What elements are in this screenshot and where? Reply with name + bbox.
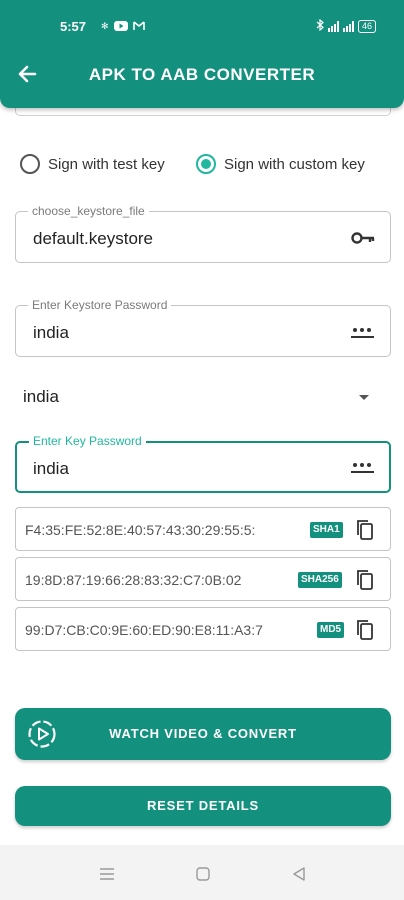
key-icon[interactable] [350,228,376,248]
radio-button-unchecked[interactable] [20,154,40,174]
home-nav-icon[interactable] [196,867,210,881]
password-visibility-icon[interactable] [350,322,376,342]
play-video-icon [28,720,56,748]
watch-video-convert-button[interactable]: WATCH VIDEO & CONVERT [15,708,391,760]
sha256-fingerprint-row: 19:8D:87:19:66:28:83:32:C7:0B:02 SHA256 [15,557,391,601]
notification-icons: ✻ [101,19,145,34]
watch-video-convert-label: WATCH VIDEO & CONVERT [109,726,297,741]
page-title: APK TO AAB CONVERTER [88,65,316,84]
sha1-fingerprint-row: F4:35:FE:52:8E:40:57:43:30:29:55:5: SHA1 [15,507,391,551]
key-password-value: india [33,459,69,478]
copy-icon[interactable] [355,569,375,591]
sha256-fingerprint-value: 19:8D:87:19:66:28:83:32:C7:0B:02 [25,572,242,588]
password-visibility-icon[interactable] [350,457,376,477]
keystore-file-label: choose_keystore_file [28,204,149,218]
bluetooth-icon [316,18,324,34]
system-navigation-bar [0,845,404,900]
status-bar: 5:57 ✻ 46 [0,0,404,52]
gmail-notification-icon [132,19,145,34]
md5-fingerprint-row: 99:D7:CB:C0:9E:60:ED:90:E8:11:A3:7 MD5 [15,607,391,651]
key-password-field[interactable]: Enter Key Password india [15,434,391,493]
radio-custom-key[interactable]: Sign with custom key [196,154,365,174]
app-bar: 5:57 ✻ 46 APK TO AAB CONVERTER [0,0,404,108]
back-nav-icon[interactable] [292,867,306,881]
keystore-file-field[interactable]: choose_keystore_file default.keystore [15,204,391,263]
md5-badge: MD5 [317,622,345,638]
signal-icon-sim2 [342,21,354,32]
dropdown-caret-icon [359,395,369,400]
sha1-fingerprint-value: F4:35:FE:52:8E:40:57:43:30:29:55:5: [25,522,256,538]
settings-notification-icon: ✻ [101,21,109,31]
battery-icon: 46 [357,20,376,33]
radio-test-key[interactable]: Sign with test key [20,154,165,174]
sha1-badge: SHA1 [310,522,343,538]
reset-details-button[interactable]: RESET DETAILS [15,786,391,826]
key-password-label: Enter Key Password [29,434,146,448]
system-icons: 46 [316,18,376,34]
keystore-password-value: india [33,323,69,342]
key-alias-value: india [23,387,59,406]
youtube-notification-icon [113,19,128,34]
keystore-file-value: default.keystore [33,229,154,248]
keystore-password-field[interactable]: Enter Keystore Password india [15,298,391,357]
status-time: 5:57 [60,19,87,34]
radio-custom-key-label: Sign with custom key [224,155,365,173]
md5-fingerprint-value: 99:D7:CB:C0:9E:60:ED:90:E8:11:A3:7 [25,622,263,638]
reset-details-label: RESET DETAILS [146,798,259,813]
keystore-password-label: Enter Keystore Password [28,298,172,312]
copy-icon[interactable] [355,519,375,541]
radio-test-key-label: Sign with test key [48,155,165,173]
menu-nav-icon[interactable] [99,867,115,881]
radio-button-checked[interactable] [196,154,216,174]
key-alias-dropdown[interactable]: india [15,380,391,414]
copy-icon[interactable] [355,619,375,641]
signal-icon-sim1 [327,21,339,32]
sha256-badge: SHA256 [298,572,342,588]
